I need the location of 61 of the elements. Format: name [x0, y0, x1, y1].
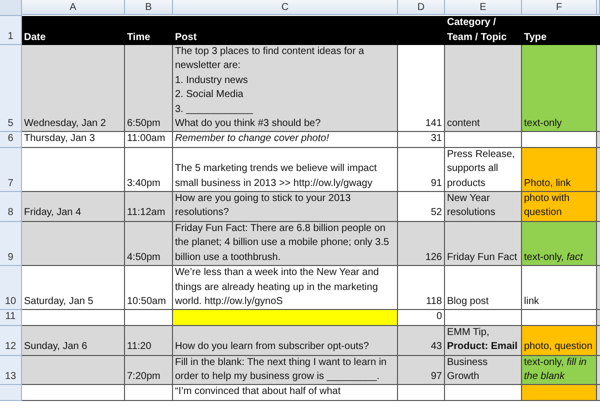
column-header[interactable]: E	[445, 0, 522, 15]
table-cell: New Year resolutions	[445, 192, 522, 222]
table-cell: Friday Fun Fact	[445, 222, 522, 266]
table-cell: Saturday, Jan 5	[22, 266, 125, 310]
table-cell: 97	[398, 356, 445, 386]
table-cell: text-only	[522, 45, 597, 132]
row-number[interactable]: 10	[0, 266, 22, 310]
row-number[interactable]: 5	[0, 45, 22, 132]
header-cell: Post	[173, 16, 398, 45]
column-header[interactable]: D	[398, 0, 445, 15]
table-cell	[125, 385, 173, 401]
header-cell: Category / Team / Topic	[445, 16, 522, 45]
row-number[interactable]: 7	[0, 148, 22, 192]
table-cell: photo, question	[522, 326, 597, 356]
table-cell: Friday, Jan 4	[22, 192, 125, 222]
column-header[interactable]: B	[125, 0, 173, 15]
table-cell: 118	[398, 266, 445, 310]
table-cell: 31	[398, 132, 445, 148]
table-cell: 10:50am	[125, 266, 173, 310]
column-header[interactable]: A	[22, 0, 125, 15]
row-number[interactable]: 12	[0, 326, 22, 356]
table-cell: Blog post	[445, 266, 522, 310]
table-cell: 4:50pm	[125, 222, 173, 266]
table-cell: How are you going to stick to your 2013 resolutions?	[173, 192, 398, 222]
select-all-corner[interactable]	[0, 0, 22, 16]
table-cell: Photo, link	[522, 148, 597, 192]
table-cell: 11:20	[125, 326, 173, 356]
table-cell: text-only, fill in the blank	[522, 356, 597, 386]
table-cell: photo with question	[522, 192, 597, 222]
table-cell: 11:00am	[125, 132, 173, 148]
table-cell: 126	[398, 222, 445, 266]
table-cell: Sunday, Jan 6	[22, 326, 125, 356]
table-cell: content	[445, 45, 522, 132]
column-header[interactable]: F	[522, 0, 597, 15]
row-number[interactable]: 6	[0, 132, 22, 148]
row-number[interactable]: 1	[0, 16, 22, 45]
table-cell: 11:12am	[125, 192, 173, 222]
table-cell: 43	[398, 326, 445, 356]
table-cell: text-only, fact	[522, 222, 597, 266]
table-cell: Fill in the blank: The next thing I want to learn in order to help my business grow is _________.	[173, 356, 398, 386]
table-cell: “I’m convinced that about half of what	[173, 385, 398, 401]
table-cell: 6:50pm	[125, 45, 173, 132]
table-cell: How do you learn from subscriber opt-outs?	[173, 326, 398, 356]
row-number[interactable]	[0, 385, 22, 401]
table-cell: Remember to change cover photo!	[173, 132, 398, 148]
table-cell: Friday Fun Fact: There are 6.8 billion people on the planet; 4 billion use a mobile phone; only 3.5 billion use a toothbrush.	[173, 222, 398, 266]
header-cell: Date	[22, 16, 125, 45]
table-cell: 7:20pm	[125, 356, 173, 386]
table-cell: Business Growth	[445, 356, 522, 386]
row-number[interactable]: 11	[0, 310, 22, 326]
header-cell: Type	[522, 16, 597, 45]
table-cell: EMM Tip, Product: Email	[445, 326, 522, 356]
table-cell: Thursday, Jan 3	[22, 132, 125, 148]
header-cell: Time	[125, 16, 173, 45]
table-cell: 91	[398, 148, 445, 192]
column-header[interactable]: C	[173, 0, 398, 15]
row-number[interactable]: 13	[0, 356, 22, 386]
row-number[interactable]: 8	[0, 192, 22, 222]
row-number[interactable]: 9	[0, 222, 22, 266]
table-cell: The top 3 places to find content ideas for a newsletter are: 1. Industry news 2. Social Media 3. ____________ What do you think #3 should be?	[173, 45, 398, 132]
table-cell: Wednesday, Jan 2	[22, 45, 125, 132]
